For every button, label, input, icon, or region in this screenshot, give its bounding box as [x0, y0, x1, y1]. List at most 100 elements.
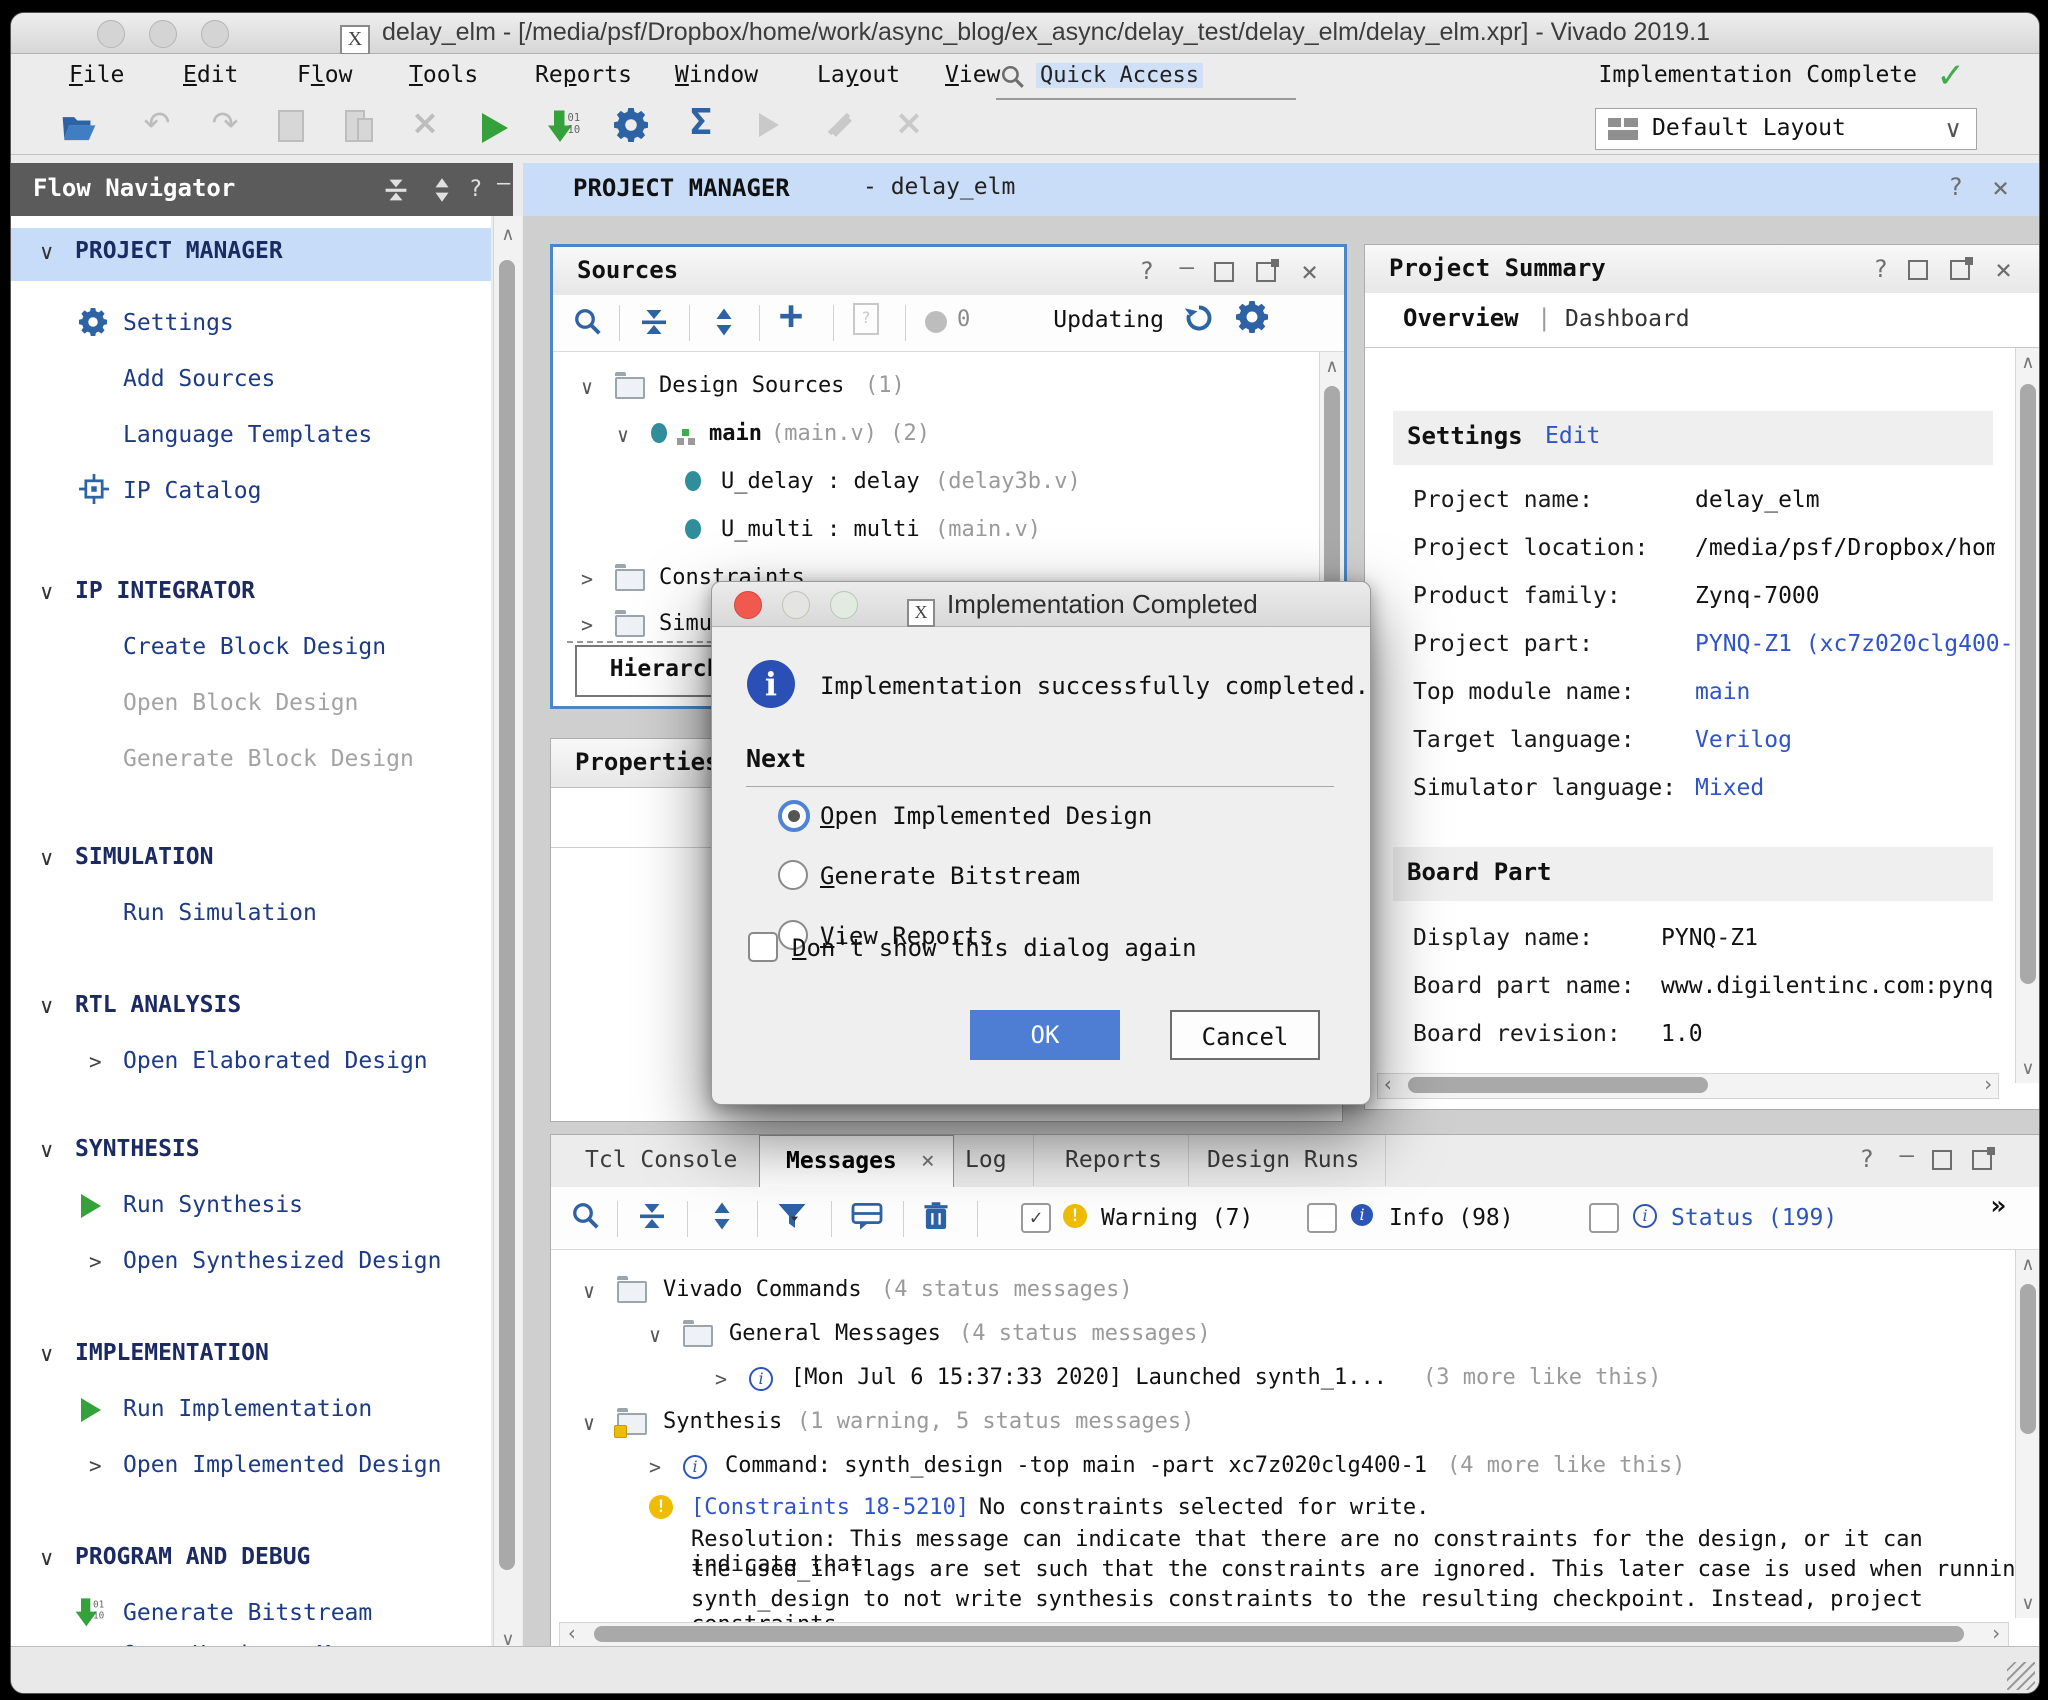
dialog-close-button[interactable] [734, 591, 762, 619]
message-row-launched-synth[interactable]: > i [Mon Jul 6 15:37:33 2020] Launched s… [551, 1359, 2040, 1401]
value-top-module[interactable]: main [1695, 679, 1750, 705]
tree-row-design-sources[interactable]: ∨ Design Sources (1) [553, 365, 1344, 411]
refresh-icon[interactable] [1184, 303, 1214, 333]
tab-messages[interactable]: Messages × [759, 1135, 954, 1187]
scroll-right-icon[interactable]: › [1982, 1072, 1994, 1096]
chevron-open-icon[interactable]: ∨ [39, 1138, 54, 1162]
filter-info-label[interactable]: Info (98) [1389, 1205, 1514, 1231]
close-icon[interactable]: × [1995, 253, 2012, 286]
sidebar-item-language-templates[interactable]: Language Templates [123, 422, 372, 448]
chevron-open-icon[interactable]: ∨ [39, 846, 54, 870]
summary-horizontal-scrollbar[interactable]: ‹ › [1377, 1073, 1999, 1099]
section-simulation[interactable]: SIMULATION [75, 844, 213, 870]
float-icon[interactable] [1972, 1148, 1992, 1176]
collapse-all-icon[interactable] [639, 307, 669, 337]
float-icon[interactable] [1950, 258, 1970, 286]
menu-reports[interactable]: Reports [535, 62, 632, 88]
menu-view[interactable]: View [945, 62, 1000, 88]
chevron-open-icon[interactable]: ∨ [649, 1323, 661, 1347]
open-project-icon[interactable] [61, 110, 97, 146]
radio-generate-bitstream-label[interactable]: Generate Bitstream [820, 862, 1080, 890]
chevron-open-icon[interactable]: ∨ [39, 1546, 54, 1570]
scroll-right-icon[interactable]: › [1990, 1621, 2002, 1645]
section-project-manager[interactable]: PROJECT MANAGER [75, 238, 283, 264]
messages-horizontal-scrollbar[interactable]: ‹ › [559, 1622, 2009, 1648]
chevron-open-icon[interactable]: ∨ [581, 375, 593, 399]
section-ip-integrator[interactable]: IP INTEGRATOR [75, 578, 255, 604]
value-target-language[interactable]: Verilog [1695, 727, 1792, 753]
resize-grip[interactable] [2007, 1662, 2035, 1690]
chevron-open-icon[interactable]: ∨ [39, 994, 54, 1018]
chevron-open-icon[interactable]: ∨ [583, 1411, 595, 1435]
maximize-icon[interactable] [1908, 258, 1928, 286]
ok-button[interactable]: OK [970, 1010, 1120, 1060]
help-icon[interactable]: ? [1860, 1145, 1874, 1173]
tree-row-main[interactable]: ∨ main (main.v) (2) [553, 413, 1344, 459]
menu-file[interactable]: File [69, 62, 124, 88]
radio-open-implemented-design-label[interactable]: Open Implemented Design [820, 802, 1152, 830]
expand-all-icon[interactable] [707, 1201, 737, 1231]
overflow-icon[interactable]: » [1990, 1191, 2006, 1221]
add-sources-icon[interactable]: + [779, 293, 803, 339]
redo-icon[interactable]: ↷ [207, 104, 243, 140]
radio-generate-bitstream[interactable] [778, 860, 808, 890]
cancel-button[interactable]: Cancel [1170, 1010, 1320, 1060]
scroll-up-icon[interactable]: ∧ [2016, 1254, 2040, 1275]
menu-tools[interactable]: Tools [409, 62, 478, 88]
scrollbar-thumb[interactable] [2020, 1284, 2036, 1434]
gear-icon[interactable] [1236, 301, 1268, 333]
help-icon[interactable]: ? [1874, 255, 1888, 283]
quick-access-search[interactable]: Quick Access [996, 58, 1296, 100]
collapse-all-icon[interactable] [637, 1201, 667, 1231]
chevron-open-icon[interactable]: ∨ [583, 1279, 595, 1303]
sidebar-item-add-sources[interactable]: Add Sources [123, 366, 275, 392]
tab-log[interactable]: Log [939, 1135, 1034, 1186]
chevron-closed-icon[interactable]: > [715, 1367, 727, 1391]
message-row-constraints-warning[interactable]: ! [Constraints 18-5210] No constraints s… [551, 1491, 2040, 1527]
scroll-left-icon[interactable]: ‹ [566, 1621, 578, 1645]
minimize-icon[interactable]: — [1180, 253, 1194, 281]
chevron-open-icon[interactable]: ∨ [39, 240, 54, 264]
filter-icon[interactable] [777, 1201, 807, 1231]
tree-row-u-delay[interactable]: U_delay : delay (delay3b.v) [553, 461, 1344, 507]
collapse-all-icon[interactable] [383, 177, 409, 203]
scroll-up-icon[interactable]: ∧ [494, 224, 522, 245]
dont-show-again-label[interactable]: Don't show this dialog again [792, 934, 1197, 962]
float-icon[interactable] [1256, 260, 1276, 288]
radio-open-implemented-design[interactable] [778, 800, 810, 832]
close-icon[interactable]: × [1301, 255, 1318, 288]
scroll-left-icon[interactable]: ‹ [1382, 1072, 1394, 1096]
filter-status-label[interactable]: Status (199) [1671, 1205, 1837, 1231]
menu-edit[interactable]: Edit [183, 62, 238, 88]
scroll-down-icon[interactable]: ∨ [2016, 1058, 2040, 1079]
dont-show-again-checkbox[interactable] [748, 932, 778, 962]
expand-all-icon[interactable] [709, 307, 739, 337]
chevron-open-icon[interactable]: ∨ [617, 423, 629, 447]
chevron-closed-icon[interactable]: > [649, 1455, 661, 1479]
sigma-report-icon[interactable]: Σ [683, 102, 719, 138]
maximize-icon[interactable] [1932, 1148, 1952, 1176]
tab-reports[interactable]: Reports [1039, 1135, 1189, 1186]
summary-vertical-scrollbar[interactable]: ∧ ∨ [2015, 348, 2040, 1083]
close-icon[interactable]: × [1992, 171, 2009, 204]
maximize-icon[interactable] [1214, 260, 1234, 288]
section-synthesis[interactable]: SYNTHESIS [75, 1136, 200, 1162]
scrollbar-thumb[interactable] [594, 1626, 1964, 1642]
trash-icon[interactable] [923, 1201, 949, 1231]
chevron-closed-icon[interactable]: > [581, 567, 593, 591]
minimize-icon[interactable]: — [1900, 1141, 1914, 1169]
undo-icon[interactable]: ↶ [139, 104, 175, 140]
expand-all-icon[interactable] [429, 177, 455, 203]
value-project-part[interactable]: PYNQ-Z1 (xc7z020clg400-1) [1695, 631, 2040, 657]
tab-tcl-console[interactable]: Tcl Console [559, 1135, 764, 1186]
help-icon[interactable]: ? [1949, 173, 1963, 201]
constraints-link[interactable]: [Constraints 18-5210] [691, 1495, 969, 1520]
section-implementation[interactable]: IMPLEMENTATION [75, 1340, 269, 1366]
menu-window[interactable]: Window [675, 62, 758, 88]
settings-gear-icon[interactable] [613, 108, 649, 144]
filter-status-checkbox[interactable] [1589, 1203, 1619, 1233]
message-row-general-messages[interactable]: ∨ General Messages (4 status messages) [551, 1315, 2040, 1357]
paste-icon[interactable] [341, 110, 377, 146]
scroll-down-icon[interactable]: ∨ [2016, 1593, 2040, 1614]
scrollbar-thumb[interactable] [2020, 384, 2036, 984]
